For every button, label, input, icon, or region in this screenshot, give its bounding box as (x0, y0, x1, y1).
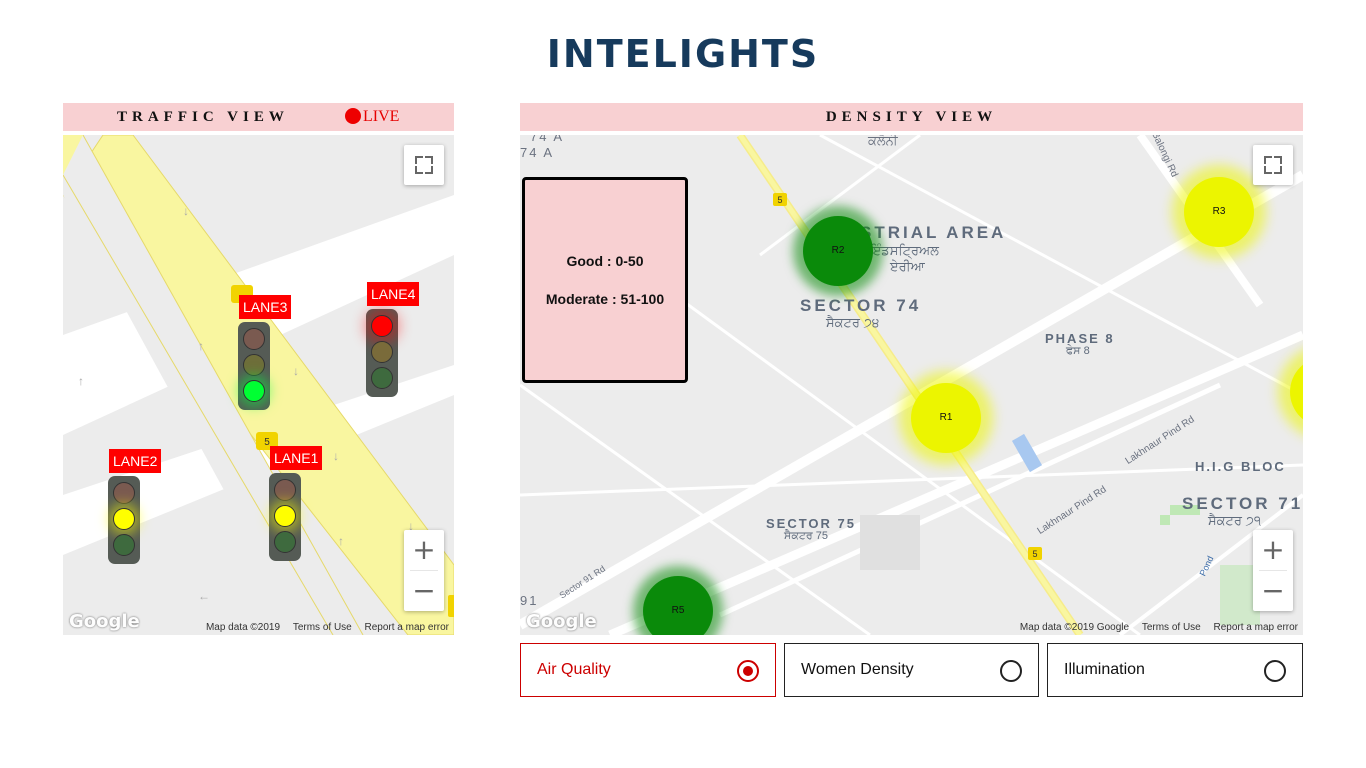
live-dot-icon (345, 108, 361, 124)
svg-text:↓: ↓ (333, 449, 339, 463)
density-zoom-in-button[interactable]: + (1253, 530, 1293, 570)
density-map-data: Map data ©2019 Google (1019, 622, 1130, 633)
lane1-red-lamp (274, 479, 296, 501)
lane2-yellow-lamp (113, 508, 135, 530)
traffic-google-logo: Google (69, 611, 140, 632)
svg-text:↓: ↓ (183, 204, 189, 218)
map-label-74a-2: 74 A (520, 145, 555, 160)
svg-text:↑: ↑ (78, 374, 84, 388)
svg-text:5: 5 (777, 195, 782, 205)
map-label-74a-1: 74 A (530, 135, 565, 144)
lane1-green-lamp (274, 531, 296, 553)
map-label-colony: ਕਲੋਨੀ (868, 135, 898, 148)
density-zoom-out-button[interactable]: − (1253, 571, 1293, 611)
map-label-sector-71-local: ਸੈਕਟਰ ੭੧ (1208, 513, 1261, 528)
region-r2-marker[interactable]: R2 (803, 216, 873, 286)
lane3-traffic-light (238, 322, 270, 410)
traffic-zoom-control: + − (404, 530, 444, 611)
density-report-link[interactable]: Report a map error (1214, 622, 1298, 633)
map-label-hig-block: H.I.G BLOC (1195, 459, 1286, 474)
density-attribution: Map data ©2019 Google Terms of Use Repor… (1010, 622, 1298, 633)
legend-good: Good : 0-50 (566, 253, 644, 269)
lane3-yellow-lamp (243, 354, 265, 376)
option-air-quality-radio[interactable] (737, 660, 759, 682)
density-fullscreen-button[interactable] (1253, 145, 1293, 185)
svg-text:↑: ↑ (338, 534, 344, 548)
svg-text:↑: ↑ (198, 339, 204, 353)
svg-text:↓: ↓ (293, 364, 299, 378)
map-label-phase-8-local: ਫੇਸ 8 (1066, 345, 1090, 357)
svg-text:←: ← (198, 589, 210, 603)
traffic-view-title: TRAFFIC VIEW (117, 109, 289, 125)
option-illumination[interactable]: Illumination (1047, 643, 1303, 697)
region-r1-label: R1 (939, 412, 953, 423)
lane4-traffic-light (366, 309, 398, 397)
lane2-red-lamp (113, 482, 135, 504)
lane1-label: LANE1 (270, 446, 323, 470)
lane4-yellow-lamp (371, 341, 393, 363)
density-zoom-control: + − (1253, 530, 1293, 611)
traffic-zoom-in-button[interactable]: + (404, 530, 444, 570)
option-illumination-radio[interactable] (1264, 660, 1286, 682)
map-label-sector-75-local: ਸੈਕਟਰ 75 (784, 530, 828, 542)
lane4-red-lamp (371, 315, 393, 337)
lane2-traffic-light (108, 476, 140, 564)
map-label-industrial-local-2: ਏਰੀਆ (890, 259, 925, 274)
svg-text:5: 5 (1032, 549, 1037, 559)
region-r2-label: R2 (831, 245, 845, 256)
option-women-density[interactable]: Women Density (784, 643, 1039, 697)
map-label-sector-71: SECTOR 71 (1182, 494, 1303, 513)
traffic-view-header: TRAFFIC VIEW LIVE (63, 103, 454, 131)
traffic-report-link[interactable]: Report a map error (365, 622, 449, 633)
option-illumination-label: Illumination (1064, 661, 1145, 678)
lane3-label: LANE3 (239, 295, 292, 319)
lane4-green-lamp (371, 367, 393, 389)
live-label: LIVE (363, 108, 400, 125)
density-view-header: DENSITY VIEW (520, 103, 1303, 131)
app-title: INTELIGHTS (546, 32, 820, 76)
lane1-traffic-light (269, 473, 301, 561)
lane3-green-lamp (243, 380, 265, 402)
map-label-sector-74: SECTOR 74 (800, 296, 922, 315)
traffic-terms-link[interactable]: Terms of Use (293, 622, 352, 633)
region-r5-label: R5 (671, 605, 685, 616)
traffic-attribution: Map data ©2019 Terms of Use Report a map… (196, 622, 449, 633)
region-r3-marker[interactable]: R3 (1184, 177, 1254, 247)
live-indicator: LIVE (345, 103, 399, 131)
option-women-density-radio[interactable] (1000, 660, 1022, 682)
region-r1-marker[interactable]: R1 (911, 383, 981, 453)
map-label-sector-75: SECTOR 75 (766, 516, 857, 531)
map-label-industrial-local: ਇੰਡਸਟ੍ਰਿਅਲ (870, 243, 939, 258)
map-label-phase-8: PHASE 8 (1045, 331, 1115, 346)
traffic-zoom-out-button[interactable]: − (404, 571, 444, 611)
option-women-density-label: Women Density (801, 661, 914, 678)
density-view-title: DENSITY VIEW (825, 109, 998, 125)
option-air-quality[interactable]: Air Quality (520, 643, 776, 697)
density-map[interactable]: 5 5 74 A 74 A ਕਲੋਨੀ Balongi Rd STRIAL AR… (520, 135, 1303, 635)
lane3-red-lamp (243, 328, 265, 350)
lane4-label: LANE4 (367, 282, 420, 306)
traffic-map[interactable]: ↓ ↓ ↓ ↓ ↑ ↑ ↑ ← 5 LANE3 LANE4 LANE2 LANE… (63, 135, 454, 635)
map-label-sector-74-local: ਸੈਕਟਰ ੭੪ (826, 315, 880, 330)
traffic-map-data: Map data ©2019 (205, 622, 281, 633)
map-label-sector-91: 91 (520, 593, 539, 608)
map-label-industrial-area: STRIAL AREA (860, 223, 1007, 242)
lane2-label: LANE2 (109, 449, 162, 473)
density-legend: Good : 0-50 Moderate : 51-100 (522, 177, 688, 383)
density-terms-link[interactable]: Terms of Use (1142, 622, 1201, 633)
option-air-quality-label: Air Quality (537, 661, 611, 678)
traffic-fullscreen-button[interactable] (404, 145, 444, 185)
legend-moderate: Moderate : 51-100 (545, 291, 665, 307)
region-r3-label: R3 (1212, 206, 1226, 217)
lane1-yellow-lamp (274, 505, 296, 527)
lane2-green-lamp (113, 534, 135, 556)
density-google-logo: Google (526, 611, 597, 632)
